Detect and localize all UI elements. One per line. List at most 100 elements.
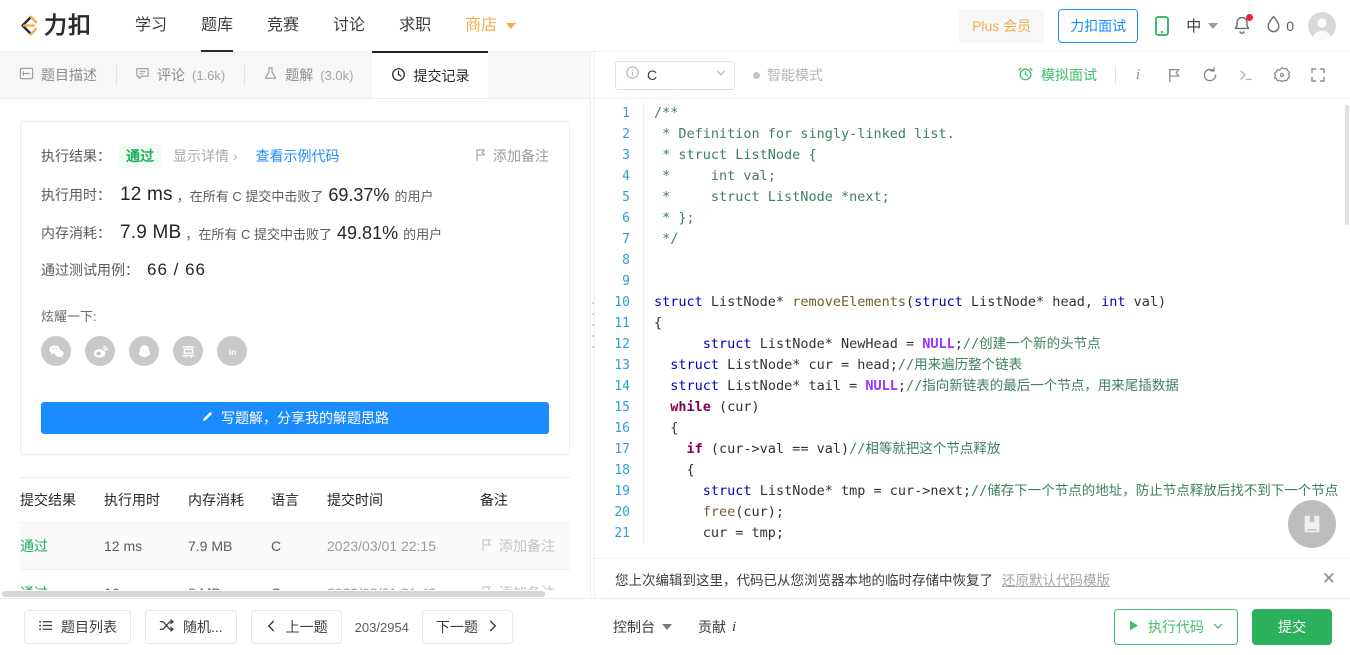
code-line-text[interactable]: struct ListNode* NewHead = NULL;//创建一个新的… bbox=[643, 334, 1350, 355]
code-line-text[interactable]: * int val; bbox=[643, 166, 1350, 187]
code-line-text[interactable]: */ bbox=[643, 229, 1350, 250]
code-line[interactable]: 7 */ bbox=[595, 229, 1350, 250]
prev-problem-button[interactable]: 上一题 bbox=[250, 610, 342, 644]
nav-item-store[interactable]: 商店 bbox=[448, 0, 533, 52]
row-result[interactable]: 通过 bbox=[20, 536, 104, 556]
table-row[interactable]: 通过 12 ms 7.9 MB C 2023/03/01 22:15 添加备注 bbox=[20, 522, 570, 569]
row-add-note[interactable]: 添加备注 bbox=[480, 536, 570, 556]
nav-item-jobs[interactable]: 求职 bbox=[382, 0, 448, 52]
tab-description[interactable]: 题目描述 bbox=[0, 52, 116, 98]
code-line-text[interactable]: while (cur) bbox=[643, 397, 1350, 418]
submit-button[interactable]: 提交 bbox=[1252, 609, 1332, 645]
linkedin-icon[interactable]: in bbox=[217, 336, 247, 366]
code-line[interactable]: 1 /** bbox=[595, 103, 1350, 124]
tab-submissions[interactable]: 提交记录 bbox=[372, 51, 489, 98]
restore-default-template-link[interactable]: 还原默认代码模版 bbox=[1002, 569, 1110, 589]
code-line-text[interactable]: struct ListNode* removeElements(struct L… bbox=[643, 292, 1350, 313]
code-line-text[interactable]: * }; bbox=[643, 208, 1350, 229]
code-line[interactable]: 4 * int val; bbox=[595, 166, 1350, 187]
code-line[interactable]: 12 struct ListNode* NewHead = NULL;//创建一… bbox=[595, 334, 1350, 355]
code-line[interactable]: 11 { bbox=[595, 313, 1350, 334]
nav-item-problems[interactable]: 题库 bbox=[184, 0, 250, 52]
streak-counter[interactable]: 0 bbox=[1266, 15, 1294, 37]
code-line[interactable]: 13 struct ListNode* cur = head;//用来遍历整个链… bbox=[595, 355, 1350, 376]
code-line[interactable]: 14 struct ListNode* tail = NULL;//指向新链表的… bbox=[595, 376, 1350, 397]
code-line[interactable]: 3 * struct ListNode { bbox=[595, 145, 1350, 166]
qq-icon[interactable] bbox=[129, 336, 159, 366]
code-line-text[interactable]: /** bbox=[643, 103, 1350, 124]
code-line[interactable]: 21 cur = tmp; bbox=[595, 523, 1350, 544]
code-line-text[interactable]: { bbox=[643, 313, 1350, 334]
code-line[interactable]: 8 bbox=[595, 250, 1350, 271]
code-line-text[interactable]: { bbox=[643, 418, 1350, 439]
table-row[interactable]: 通过 16 ms 8 MB C 2023/03/01 21:42 添加备注 bbox=[20, 569, 570, 590]
language-select[interactable]: C bbox=[615, 60, 735, 90]
code-line-text[interactable]: cur = tmp; bbox=[643, 523, 1350, 544]
brand-logo[interactable]: 力扣 bbox=[14, 13, 92, 39]
code-line[interactable]: 9 bbox=[595, 271, 1350, 292]
nav-item-contest[interactable]: 竞赛 bbox=[250, 0, 316, 52]
code-line-text[interactable]: struct ListNode* cur = head;//用来遍历整个链表 bbox=[643, 355, 1350, 376]
nav-item-discuss[interactable]: 讨论 bbox=[316, 0, 382, 52]
code-line[interactable]: 2 * Definition for singly-linked list. bbox=[595, 124, 1350, 145]
random-problem-button[interactable]: 随机... bbox=[145, 610, 237, 644]
wechat-icon[interactable] bbox=[41, 336, 71, 366]
mobile-phone-icon[interactable] bbox=[1152, 15, 1172, 37]
plus-membership-button[interactable]: Plus 会员 bbox=[959, 8, 1045, 43]
code-line[interactable]: 16 { bbox=[595, 418, 1350, 439]
code-lines[interactable]: 1/** 2 * Definition for singly-linked lis… bbox=[595, 99, 1350, 544]
code-line-text[interactable] bbox=[643, 271, 1350, 292]
smart-mode-toggle[interactable]: 智能模式 bbox=[753, 65, 823, 85]
scrollbar-thumb[interactable] bbox=[2, 591, 545, 597]
code-line-text[interactable]: * struct ListNode { bbox=[643, 145, 1350, 166]
tab-solutions[interactable]: 题解 (3.0k) bbox=[244, 52, 372, 98]
info-italic-icon[interactable]: i bbox=[1120, 57, 1156, 93]
code-vertical-scrollbar[interactable] bbox=[1344, 99, 1350, 558]
settings-icon[interactable] bbox=[1264, 57, 1300, 93]
write-solution-button[interactable]: 写题解，分享我的解题思路 bbox=[41, 402, 549, 434]
mock-interview-button[interactable]: 模拟面试 bbox=[1017, 65, 1111, 85]
mock-interview-nav-button[interactable]: 力扣面试 bbox=[1058, 8, 1139, 43]
add-note-button[interactable]: 添加备注 bbox=[474, 146, 549, 166]
run-code-button[interactable]: 执行代码 bbox=[1114, 609, 1238, 645]
scrollbar-thumb[interactable] bbox=[1345, 105, 1349, 225]
code-line-text[interactable]: * struct ListNode *next; bbox=[643, 187, 1350, 208]
weibo-icon[interactable] bbox=[85, 336, 115, 366]
code-line[interactable]: 20 free(cur); bbox=[595, 502, 1350, 523]
code-line[interactable]: 15 while (cur) bbox=[595, 397, 1350, 418]
next-problem-button[interactable]: 下一题 bbox=[421, 610, 513, 644]
code-line[interactable]: 6 * }; bbox=[595, 208, 1350, 229]
console-toggle[interactable]: 控制台 bbox=[613, 617, 672, 637]
contribute-button[interactable]: 贡献 i bbox=[698, 617, 736, 637]
show-detail-link[interactable]: 显示详情 › bbox=[173, 146, 238, 166]
problem-list-button[interactable]: 题目列表 bbox=[24, 610, 131, 644]
tab-comments[interactable]: 评论 (1.6k) bbox=[116, 52, 244, 98]
fullscreen-icon[interactable] bbox=[1300, 57, 1336, 93]
code-line-text[interactable]: * Definition for singly-linked list. bbox=[643, 124, 1350, 145]
code-line-text[interactable]: if (cur->val == val)//相等就把这个节点释放 bbox=[643, 439, 1350, 460]
bell-icon[interactable] bbox=[1232, 14, 1254, 36]
terminal-icon[interactable] bbox=[1228, 57, 1264, 93]
code-line[interactable]: 5 * struct ListNode *next; bbox=[595, 187, 1350, 208]
code-line[interactable]: 19 struct ListNode* tmp = cur->next;//储存… bbox=[595, 481, 1350, 502]
douban-icon[interactable] bbox=[173, 336, 203, 366]
code-line-text[interactable] bbox=[643, 250, 1350, 271]
code-line[interactable]: 18 { bbox=[595, 460, 1350, 481]
code-line[interactable]: 17 if (cur->val == val)//相等就把这个节点释放 bbox=[595, 439, 1350, 460]
language-switcher[interactable]: 中 bbox=[1186, 15, 1219, 36]
left-panel-horizontal-scrollbar[interactable] bbox=[0, 590, 590, 598]
user-avatar-icon[interactable] bbox=[1308, 11, 1336, 40]
view-sample-code-link[interactable]: 查看示例代码 bbox=[256, 146, 340, 166]
nav-item-study[interactable]: 学习 bbox=[118, 0, 184, 52]
code-line-text[interactable]: { bbox=[643, 460, 1350, 481]
code-line[interactable]: 10 struct ListNode* removeElements(struct… bbox=[595, 292, 1350, 313]
row-result[interactable]: 通过 bbox=[20, 583, 104, 590]
code-line-text[interactable]: struct ListNode* tmp = cur->next;//储存下一个… bbox=[643, 481, 1350, 502]
code-line-text[interactable]: struct ListNode* tail = NULL;//指向新链表的最后一… bbox=[643, 376, 1350, 397]
bookmark-book-icon[interactable] bbox=[1288, 500, 1336, 548]
close-icon[interactable]: ✕ bbox=[1322, 570, 1336, 587]
code-line-text[interactable]: free(cur); bbox=[643, 502, 1350, 523]
flag-icon[interactable] bbox=[1156, 57, 1192, 93]
code-editor[interactable]: 1/** 2 * Definition for singly-linked lis… bbox=[595, 99, 1350, 558]
reset-icon[interactable] bbox=[1192, 57, 1228, 93]
